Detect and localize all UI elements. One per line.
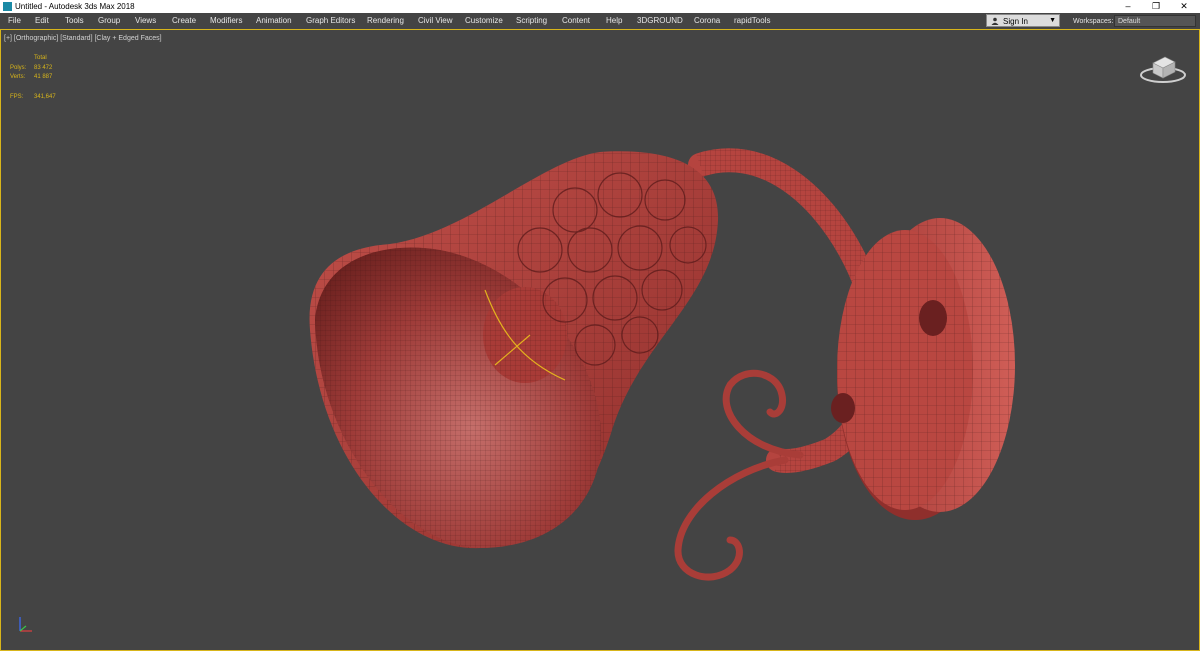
menu-rendering[interactable]: Rendering	[367, 16, 404, 25]
menu-3dground[interactable]: 3DGROUND	[637, 16, 683, 25]
stats-polys-value: 83 472	[34, 65, 53, 71]
chevron-down-icon: ▼	[1049, 17, 1056, 24]
restore-button[interactable]: ❐	[1142, 0, 1170, 13]
stats-header: Total	[34, 55, 47, 61]
user-icon	[991, 17, 999, 25]
stats-fps-label: FPS:	[10, 94, 24, 100]
menu-create[interactable]: Create	[172, 16, 196, 25]
stats-fps-value: 341,647	[34, 94, 56, 100]
minimize-button[interactable]: –	[1114, 0, 1142, 13]
menu-views[interactable]: Views	[135, 16, 156, 25]
menu-animation[interactable]: Animation	[256, 16, 292, 25]
close-button[interactable]: ✕	[1170, 0, 1198, 13]
workspaces-value: Default	[1118, 18, 1141, 25]
menu-file[interactable]: File	[8, 16, 21, 25]
menu-graph-editors[interactable]: Graph Editors	[306, 16, 355, 25]
title-bar: Untitled - Autodesk 3ds Max 2018 – ❐ ✕	[0, 0, 1200, 13]
menu-modifiers[interactable]: Modifiers	[210, 16, 242, 25]
menu-civil-view[interactable]: Civil View	[418, 16, 453, 25]
menu-customize[interactable]: Customize	[465, 16, 503, 25]
menu-rapidtools[interactable]: rapidTools	[734, 16, 770, 25]
sign-in-dropdown[interactable]: Sign In ▼	[986, 14, 1060, 27]
window-title: Untitled - Autodesk 3ds Max 2018	[15, 2, 135, 11]
menu-edit[interactable]: Edit	[35, 16, 49, 25]
stats-verts-value: 41 887	[34, 74, 53, 80]
lamp-model[interactable]	[0, 29, 1200, 649]
menu-tools[interactable]: Tools	[65, 16, 84, 25]
axis-gizmo-icon	[19, 617, 32, 632]
stats-verts-label: Verts:	[10, 74, 26, 80]
app-icon	[3, 2, 12, 11]
menu-scripting[interactable]: Scripting	[516, 16, 547, 25]
sign-in-label: Sign In	[1003, 17, 1028, 26]
viewport-label[interactable]: [+] [Orthographic] [Standard] [Clay + Ed…	[4, 34, 162, 43]
viewcube-icon[interactable]	[1138, 47, 1188, 87]
menu-corona[interactable]: Corona	[694, 16, 720, 25]
menu-help[interactable]: Help	[606, 16, 622, 25]
workspaces-label: Workspaces:	[1073, 18, 1114, 25]
workspaces-select[interactable]: Default	[1114, 15, 1196, 27]
menu-content[interactable]: Content	[562, 16, 590, 25]
menu-group[interactable]: Group	[98, 16, 120, 25]
stats-polys-label: Polys:	[10, 65, 27, 71]
